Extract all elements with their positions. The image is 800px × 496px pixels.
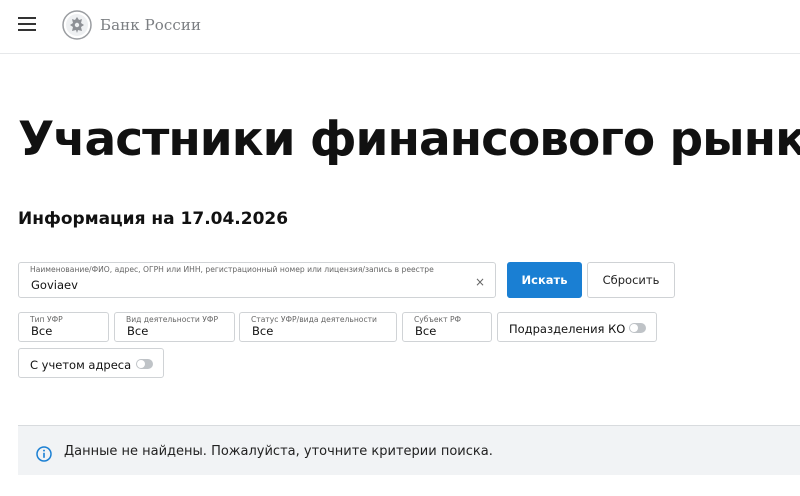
search-button[interactable]: Искать [507, 262, 582, 298]
status-value: Все [252, 324, 274, 338]
with-address-label: С учетом адреса [30, 358, 132, 372]
activity-type-label: Вид деятельности УФР [126, 315, 219, 324]
ufr-type-select[interactable]: Тип УФР Все [18, 312, 109, 342]
info-circle-icon [36, 446, 52, 462]
no-results-notice: Данные не найдены. Пожалуйста, уточните … [18, 425, 800, 475]
ufr-type-label: Тип УФР [30, 315, 63, 324]
bank-name: Банк России [100, 16, 202, 34]
search-input-label: Наименование/ФИО, адрес, ОГРН или ИНН, р… [30, 265, 434, 274]
activity-type-value: Все [127, 324, 149, 338]
page-title: Участники финансового рынка [18, 112, 800, 167]
activity-type-select[interactable]: Вид деятельности УФР Все [114, 312, 235, 342]
reset-button[interactable]: Сбросить [587, 262, 675, 298]
with-address-toggle[interactable]: С учетом адреса [18, 348, 164, 378]
search-input[interactable]: Наименование/ФИО, адрес, ОГРН или ИНН, р… [18, 262, 496, 298]
bank-logo[interactable]: Банк России [62, 8, 201, 42]
region-value: Все [415, 324, 437, 338]
ko-divisions-label: Подразделения КО [509, 322, 626, 336]
status-select[interactable]: Статус УФР/вида деятельности Все [239, 312, 397, 342]
top-header: Банк России [0, 0, 800, 54]
notice-text: Данные не найдены. Пожалуйста, уточните … [64, 444, 493, 459]
region-label: Субъект РФ [414, 315, 462, 324]
info-date-heading: Информация на 17.04.2026 [18, 209, 289, 229]
hamburger-menu-icon[interactable] [18, 16, 38, 32]
ko-divisions-switch[interactable] [629, 323, 646, 333]
bank-emblem-icon [62, 10, 92, 40]
region-select[interactable]: Субъект РФ Все [402, 312, 492, 342]
ufr-type-value: Все [31, 324, 53, 338]
ko-divisions-toggle[interactable]: Подразделения КО [497, 312, 657, 342]
with-address-switch[interactable] [136, 359, 153, 369]
status-label: Статус УФР/вида деятельности [251, 315, 377, 324]
clear-icon[interactable]: × [475, 275, 485, 289]
search-input-value[interactable]: Goviaev [31, 278, 78, 292]
